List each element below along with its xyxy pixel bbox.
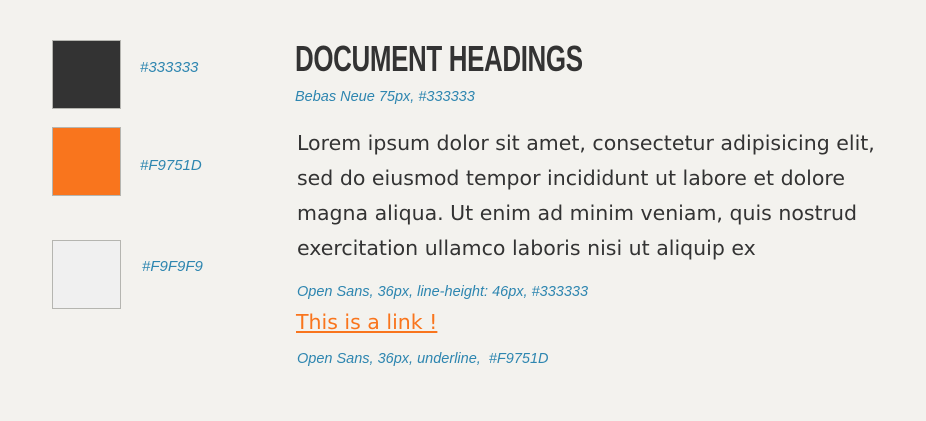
swatch-dark-hex: #333333	[140, 59, 199, 76]
swatch-orange-hex: #F9751D	[140, 157, 202, 174]
link-note: Open Sans, 36px, underline, #F9751D	[297, 351, 549, 367]
paragraph-note: Open Sans, 36px, line-height: 46px, #333…	[297, 284, 589, 300]
swatch-light	[52, 240, 121, 309]
sample-link[interactable]: This is a link !	[296, 310, 437, 334]
heading-note: Bebas Neue 75px, #333333	[295, 89, 475, 105]
swatch-light-hex: #F9F9F9	[142, 258, 203, 275]
swatch-dark	[52, 40, 121, 109]
document-heading: Document Headings	[295, 38, 583, 79]
swatch-orange	[52, 127, 121, 196]
body-paragraph: Lorem ipsum dolor sit amet, consectetur …	[297, 131, 875, 260]
